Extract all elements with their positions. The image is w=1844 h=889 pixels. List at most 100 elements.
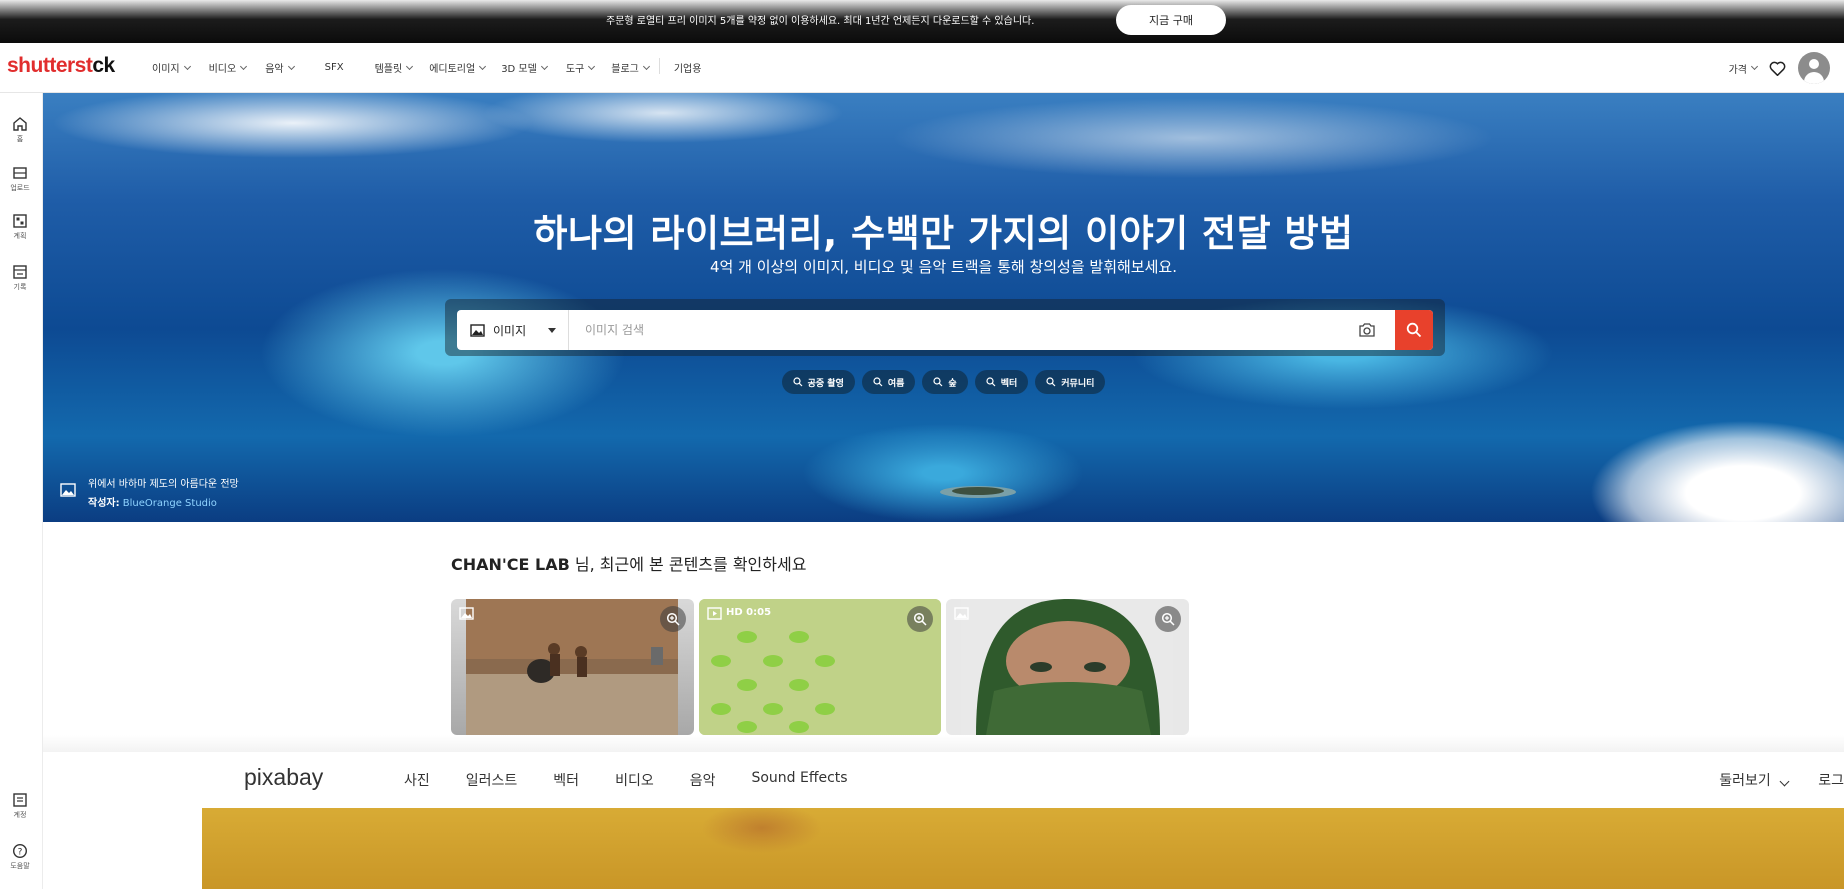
nav-sfx-label: SFX	[324, 62, 344, 73]
nav-tools[interactable]: 도구	[565, 60, 596, 75]
nav-video-label: 비디오	[208, 64, 237, 75]
promo-text: 주문형 로열티 프리 이미지 5개를 약정 없이 이용하세요. 최대 1년간 언…	[606, 16, 1035, 27]
nav-templates[interactable]: 템플릿	[374, 60, 414, 75]
zoom-icon	[913, 612, 927, 626]
zoom-icon	[1161, 612, 1175, 626]
avatar[interactable]	[1798, 52, 1830, 84]
pixabay-nav-videos[interactable]: 비디오	[615, 770, 654, 790]
chevron-down-icon	[183, 62, 191, 70]
search-button[interactable]	[1395, 310, 1433, 350]
sidebar-item-history[interactable]: 기록	[0, 264, 40, 292]
pricing-label: 가격	[1728, 64, 1747, 76]
card-thumbnail	[466, 599, 678, 735]
search-icon	[792, 377, 803, 387]
chip-label: 숲	[948, 378, 957, 389]
sidebar-item-label: 계획	[13, 232, 27, 240]
chevron-down-icon	[406, 62, 414, 70]
image-icon	[470, 323, 485, 337]
nav-3d-models-label: 3D 모델	[501, 64, 537, 75]
hero-banner: 하나의 라이브러리, 수백만 가지의 이야기 전달 방법 4억 개 이상의 이미…	[43, 93, 1844, 522]
nav-video[interactable]: 비디오	[208, 60, 248, 75]
nav-right: 가격	[1729, 52, 1830, 84]
chip-label: 벡터	[1000, 378, 1018, 389]
account-icon	[13, 793, 27, 807]
image-icon	[60, 483, 76, 497]
suggestion-chip[interactable]: 여름	[861, 370, 916, 394]
search-input[interactable]	[577, 310, 1337, 350]
user-name: CHAN'CE LAB	[451, 555, 570, 574]
zoom-button[interactable]	[1155, 606, 1181, 632]
image-credit: 위에서 바하마 제도의 아름다운 전망 작성자: BlueOrange Stud…	[60, 475, 239, 513]
suggestion-chip[interactable]: 벡터	[974, 370, 1029, 394]
media-type-dropdown[interactable]: 이미지	[457, 310, 569, 350]
pixabay-nav-music[interactable]: 음악	[690, 770, 716, 790]
zoom-button[interactable]	[907, 606, 933, 632]
suggestion-chip[interactable]: 공중 촬영	[781, 370, 855, 394]
transition-fade	[43, 735, 1844, 752]
top-navigation: shutterstck 이미지 비디오 음악 SFX 템플릿 에디토리얼 3D …	[0, 43, 1844, 93]
credit-author-link[interactable]: BlueOrange Studio	[123, 498, 217, 509]
chip-label: 공중 촬영	[807, 378, 844, 389]
chevron-down-icon	[642, 62, 650, 70]
search-icon	[1046, 377, 1056, 387]
pixabay-navbar: pixabay 사진 일러스트 벡터 비디오 음악 Sound Effects …	[202, 752, 1844, 808]
credit-by-label: 작성자:	[88, 498, 120, 509]
nav-enterprise[interactable]: 기업용	[674, 60, 702, 75]
sidebar-item-plan[interactable]: 계획	[0, 213, 40, 241]
recent-card[interactable]	[946, 599, 1189, 735]
search-icon	[873, 377, 883, 387]
caret-down-icon	[548, 328, 556, 333]
sidebar-item-help[interactable]: ? 도움말	[0, 843, 40, 871]
sidebar-item-label: 업로드	[10, 184, 30, 192]
nav-editorial[interactable]: 에디토리얼	[429, 60, 487, 75]
login-link[interactable]: 로그	[1818, 770, 1844, 790]
buy-now-button[interactable]: 지금 구매	[1116, 5, 1226, 35]
recent-card[interactable]	[451, 599, 694, 735]
pricing-menu[interactable]: 가격	[1728, 61, 1759, 76]
explore-menu[interactable]: 둘러보기	[1719, 770, 1790, 790]
nav-images[interactable]: 이미지	[152, 60, 191, 75]
search-bar: 이미지	[457, 310, 1433, 350]
search-container: 이미지	[445, 299, 1445, 356]
pixabay-nav-illustrations[interactable]: 일러스트	[466, 770, 518, 790]
nav-blog[interactable]: 블로그	[611, 60, 650, 75]
recent-card[interactable]: HD 0:05	[699, 599, 941, 735]
nav-3d-models[interactable]: 3D 모델	[501, 60, 548, 75]
nav-templates-label: 템플릿	[374, 64, 403, 75]
nav-tools-label: 도구	[565, 64, 585, 75]
reverse-image-search-icon[interactable]	[1358, 322, 1376, 338]
suggestion-chip[interactable]: 커뮤니티	[1035, 370, 1106, 394]
sidebar-item-upload[interactable]: 업로드	[0, 165, 40, 193]
card-thumbnail	[961, 599, 1173, 735]
chevron-down-icon	[287, 62, 295, 70]
credit-caption: 위에서 바하마 제도의 아름다운 전망	[88, 479, 239, 490]
nav-music[interactable]: 음악	[265, 60, 295, 75]
pixabay-nav-sound-effects[interactable]: Sound Effects	[751, 770, 847, 790]
pixabay-logo[interactable]: pixabay	[244, 764, 323, 791]
search-icon	[933, 377, 943, 387]
main-nav: 이미지 비디오 음악 SFX 템플릿 에디토리얼 3D 모델 도구 블로그 기업…	[152, 58, 702, 75]
hero-title: 하나의 라이브러리, 수백만 가지의 이야기 전달 방법	[533, 212, 1354, 255]
sidebar-item-account[interactable]: 계정	[0, 792, 40, 820]
pixabay-nav-vectors[interactable]: 벡터	[553, 770, 579, 790]
sidebar-item-home[interactable]: 홈	[0, 116, 40, 144]
suggestion-chip[interactable]: 숲	[922, 370, 968, 394]
island-image	[940, 486, 1016, 498]
chevron-down-icon	[540, 62, 548, 70]
zoom-button[interactable]	[660, 606, 686, 632]
sidebar-item-label: 기록	[13, 283, 27, 291]
upload-icon	[13, 167, 27, 179]
shutterstock-logo[interactable]: shutterstck	[7, 54, 115, 78]
zoom-icon	[666, 612, 680, 626]
heart-icon[interactable]	[1769, 61, 1786, 76]
search-icon	[986, 377, 996, 387]
hero-subtitle: 4억 개 이상의 이미지, 비디오 및 음악 트랙을 통해 창의성을 발휘해보세…	[710, 258, 1177, 276]
nav-divider	[658, 58, 660, 74]
recent-heading: CHAN'CE LAB 님, 최근에 본 콘텐츠를 확인하세요	[451, 551, 806, 575]
nav-sfx[interactable]: SFX	[325, 60, 344, 75]
nav-music-label: 음악	[265, 64, 284, 75]
logo-text-end: ck	[92, 54, 115, 77]
search-icon	[1406, 322, 1422, 338]
pixabay-nav-photos[interactable]: 사진	[404, 770, 430, 790]
chevron-down-icon	[479, 62, 487, 70]
